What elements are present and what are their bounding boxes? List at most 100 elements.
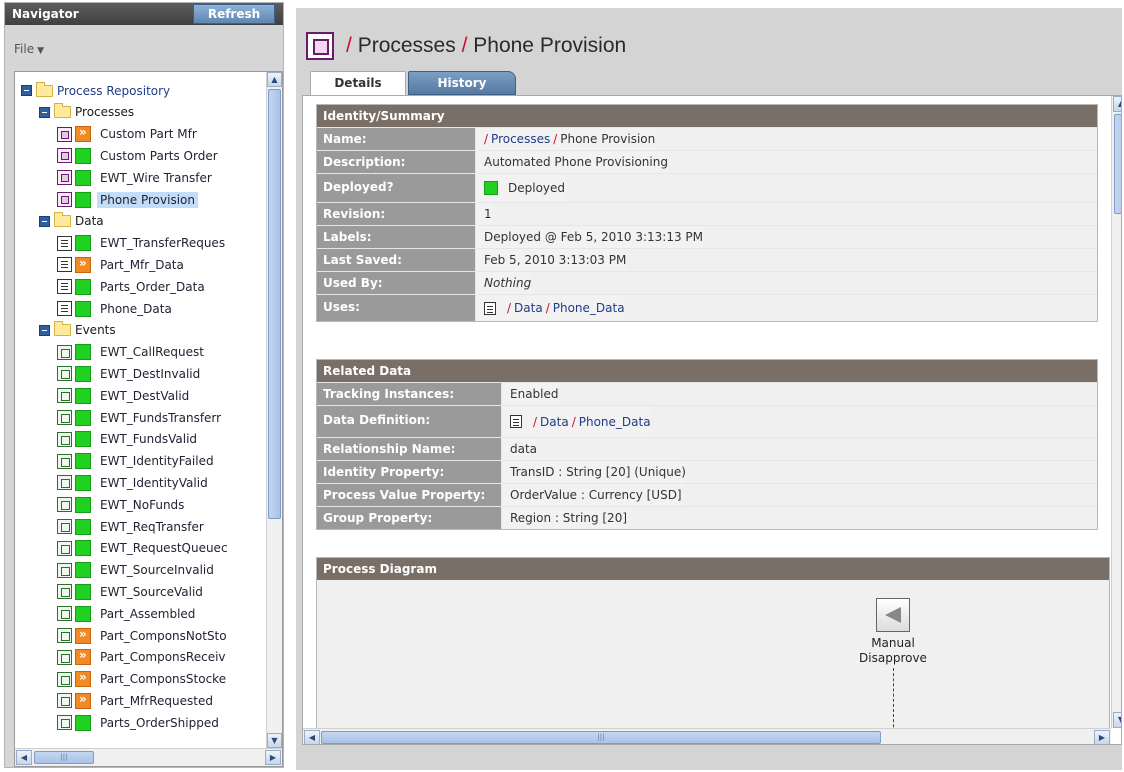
tree-content: Process Repository Processes Custom Part M…: [15, 72, 267, 748]
main-vertical-scroll-thumb[interactable]: [1114, 114, 1121, 214]
name-link-processes[interactable]: Processes: [491, 128, 550, 150]
tree-item[interactable]: Custom Part Mfr: [57, 124, 200, 145]
tree-item[interactable]: Part_ComponsReceiv: [57, 647, 229, 668]
tree-item[interactable]: EWT_ReqTransfer: [57, 516, 207, 537]
main-horizontal-scrollbar[interactable]: ◀ ||| ▶: [303, 728, 1111, 744]
breadcrumb-processes[interactable]: Processes: [358, 34, 456, 57]
tree-item[interactable]: Part_ComponsNotSto: [57, 625, 230, 646]
tree-folder-row[interactable]: Events: [39, 320, 116, 341]
tree-item[interactable]: EWT_IdentityValid: [57, 472, 211, 493]
tree-item[interactable]: Part_Mfr_Data: [57, 254, 187, 275]
tree-item[interactable]: EWT_SourceInvalid: [57, 560, 217, 581]
tree-item[interactable]: Parts_Order_Data: [57, 276, 208, 297]
tree-item[interactable]: Phone_Data: [57, 298, 175, 319]
tree-item-label: Phone_Data: [100, 301, 172, 316]
tree-item[interactable]: EWT_TransferReques: [57, 233, 228, 254]
tree-item[interactable]: Parts_OrderShipped: [57, 712, 222, 733]
last-saved-value: Feb 5, 2010 3:13:03 PM: [476, 249, 627, 271]
scroll-left-icon[interactable]: ◀: [304, 730, 320, 744]
data-document-icon: [484, 301, 496, 315]
data-definition-label: Data Definition:: [317, 406, 502, 437]
tab-details[interactable]: Details: [310, 71, 406, 95]
collapse-minus-icon[interactable]: [39, 324, 50, 336]
section-header: Process Diagram: [317, 558, 1109, 580]
tree-item[interactable]: Part_ComponsStocke: [57, 669, 229, 690]
tree-item[interactable]: Part_Assembled: [57, 603, 198, 624]
tree-folder-row[interactable]: Process Repository: [21, 80, 170, 101]
manual-disapprove-node-icon[interactable]: [876, 598, 910, 632]
status-green-icon: [75, 431, 91, 448]
tree-horizontal-scroll-thumb[interactable]: |||: [34, 751, 94, 764]
file-menu-label: File: [14, 42, 35, 56]
collapse-minus-icon[interactable]: [21, 85, 32, 96]
tree-item-label: Custom Parts Order: [100, 148, 218, 163]
file-menu[interactable]: File ▼: [14, 42, 44, 56]
tree-item[interactable]: EWT_DestValid: [57, 385, 192, 406]
labels-label: Labels:: [317, 226, 476, 248]
tree-folder-row[interactable]: Processes: [39, 102, 134, 123]
identity-property-label: Identity Property:: [317, 461, 502, 483]
tree-item-label: Part_ComponsReceiv: [100, 650, 226, 665]
tree-item[interactable]: EWT_FundsValid: [57, 429, 200, 450]
tree-item[interactable]: EWT_DestInvalid: [57, 363, 203, 384]
tree-item[interactable]: EWT_FundsTransferr: [57, 407, 224, 428]
status-green-icon: [75, 714, 91, 731]
tree-item[interactable]: Custom Parts Order: [57, 145, 221, 166]
navigator-header: Navigator Refresh: [5, 3, 283, 25]
breadcrumb-separator: /: [507, 301, 512, 315]
scroll-right-icon[interactable]: ▶: [1094, 730, 1110, 744]
relationship-name-row: Relationship Name: data: [317, 437, 1097, 460]
event-icon: [57, 715, 72, 731]
caret-down-icon: ▼: [37, 46, 45, 56]
tree-horizontal-scrollbar[interactable]: ◀ ||| ▶: [15, 748, 282, 766]
page-title: / Processes / Phone Provision: [346, 34, 626, 58]
collapse-minus-icon[interactable]: [39, 106, 50, 118]
status-orange-icon: [75, 125, 91, 143]
status-green-icon: [75, 278, 91, 295]
tree-folder-row[interactable]: Data: [39, 211, 104, 232]
section-header: Related Data: [317, 360, 1097, 382]
tree-item-label: EWT_SourceValid: [100, 584, 203, 599]
breadcrumb-current: Phone Provision: [473, 34, 627, 57]
main-vertical-scrollbar[interactable]: ▲ ▼: [1111, 96, 1121, 728]
tree-item[interactable]: EWT_IdentityFailed: [57, 451, 217, 472]
process-value-property-value: OrderValue : Currency [USD]: [502, 484, 682, 506]
scroll-right-icon[interactable]: ▶: [265, 750, 281, 765]
tree-item[interactable]: EWT_Wire Transfer: [57, 167, 215, 188]
scroll-down-icon[interactable]: ▼: [1113, 712, 1121, 728]
repository-tree[interactable]: Process Repository Processes Custom Part M…: [14, 71, 283, 767]
uses-link-data[interactable]: Data: [514, 297, 543, 319]
status-orange-icon: [75, 670, 91, 688]
datadef-link-data[interactable]: Data: [540, 411, 569, 433]
event-icon: [57, 475, 72, 491]
tree-vertical-scrollbar[interactable]: ▲ ▼: [266, 72, 282, 748]
tree-item[interactable]: EWT_RequestQueuec: [57, 538, 231, 559]
tab-history[interactable]: History: [408, 71, 516, 95]
event-icon: [57, 410, 72, 425]
collapse-minus-icon[interactable]: [39, 215, 50, 227]
breadcrumb-separator: /: [346, 34, 352, 57]
tree-item[interactable]: EWT_SourceValid: [57, 581, 206, 602]
tree-item-label: EWT_Wire Transfer: [100, 170, 212, 185]
scroll-up-icon[interactable]: ▲: [267, 72, 282, 87]
tree-item[interactable]: Phone Provision: [57, 189, 198, 210]
group-property-value: Region : String [20]: [502, 507, 628, 529]
revision-row: Revision: 1: [317, 202, 1097, 225]
group-property-label: Group Property:: [317, 507, 502, 529]
tree-vertical-scroll-thumb[interactable]: [268, 89, 281, 519]
main-horizontal-scroll-thumb[interactable]: |||: [321, 731, 881, 744]
tree-item-label: Phone Provision: [97, 191, 198, 208]
refresh-button[interactable]: Refresh: [193, 4, 275, 24]
event-icon: [57, 540, 72, 556]
tree-item[interactable]: EWT_NoFunds: [57, 494, 187, 515]
scroll-down-icon[interactable]: ▼: [267, 733, 282, 748]
uses-link-phone-data[interactable]: Phone_Data: [553, 297, 625, 319]
status-orange-icon: [75, 648, 91, 666]
scroll-up-icon[interactable]: ▲: [1113, 96, 1121, 112]
tree-item[interactable]: Part_MfrRequested: [57, 690, 216, 711]
tree-item[interactable]: EWT_CallRequest: [57, 342, 207, 363]
scroll-left-icon[interactable]: ◀: [16, 750, 32, 765]
datadef-link-phone-data[interactable]: Phone_Data: [579, 411, 651, 433]
event-icon: [57, 497, 72, 513]
tree-item-label: EWT_DestValid: [100, 388, 190, 403]
